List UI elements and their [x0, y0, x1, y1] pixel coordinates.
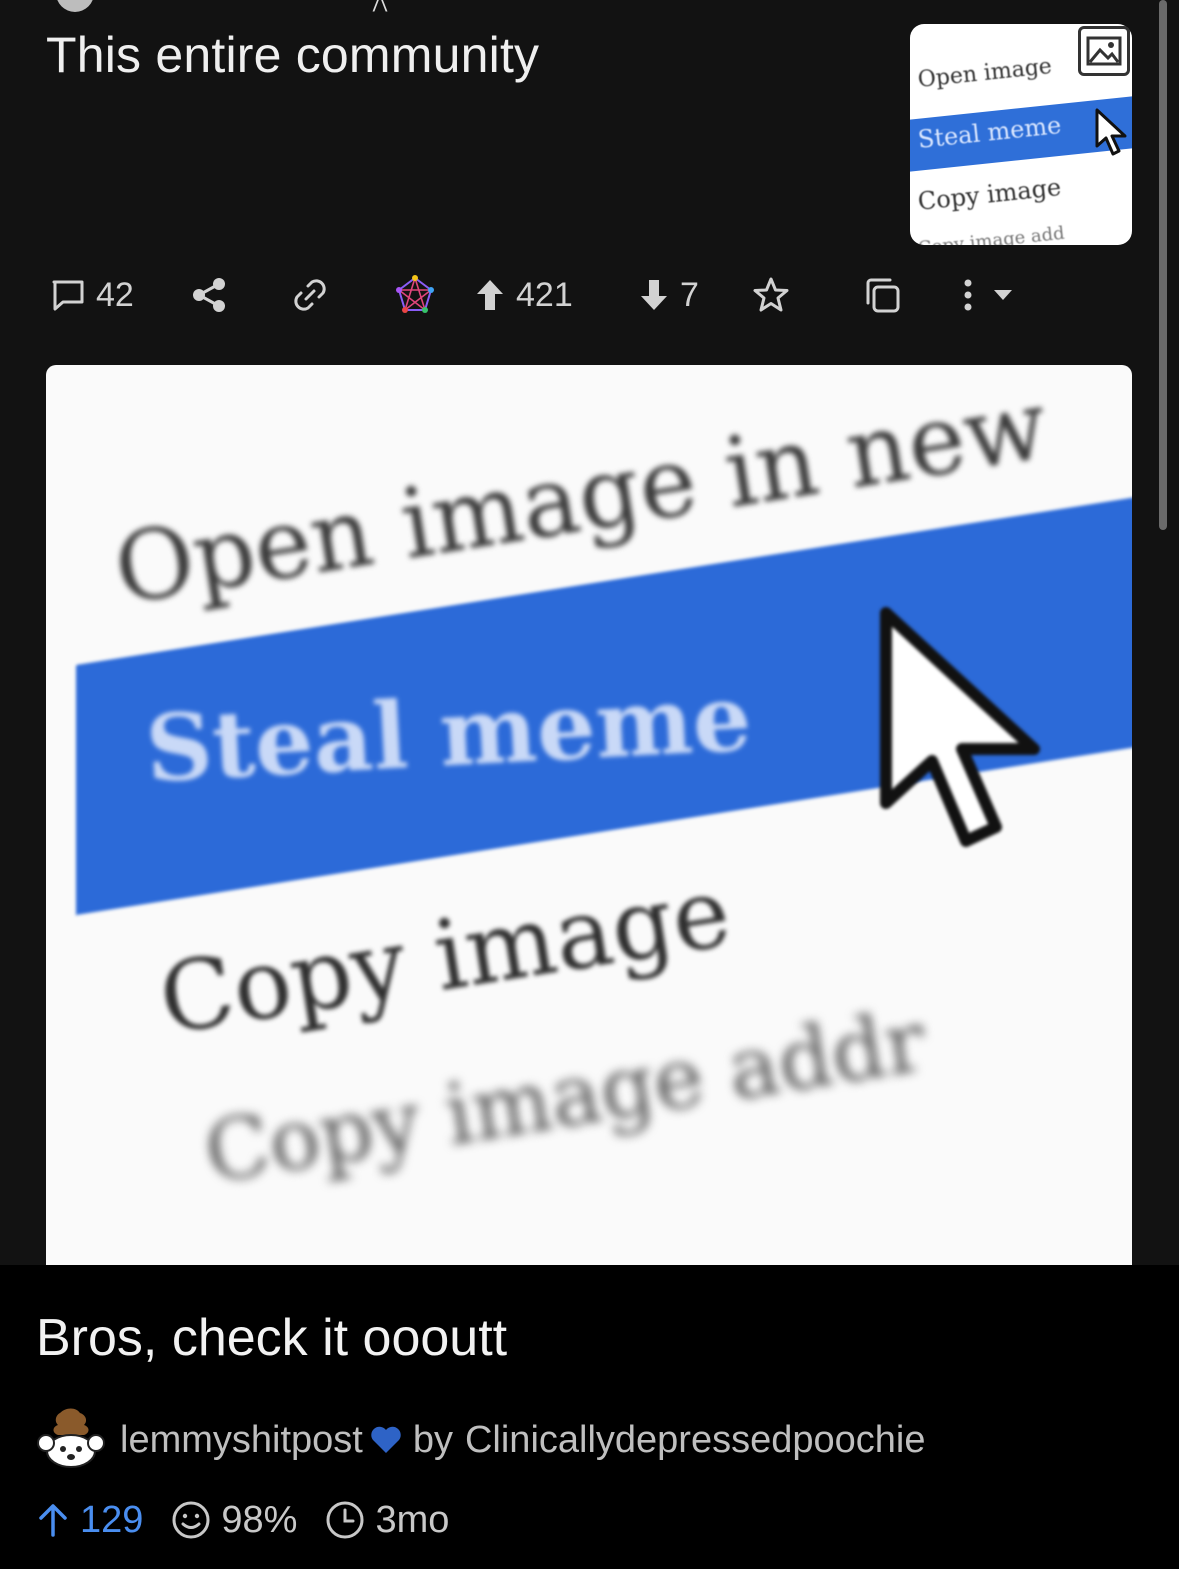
post-stats: 129 98% 3mo [36, 1490, 449, 1550]
save-button[interactable] [752, 265, 790, 325]
previous-post-avatar [56, 0, 94, 12]
post-body: Bros, check it oooutt [36, 1309, 508, 1367]
downvote-count: 7 [680, 275, 699, 314]
upvote-icon [477, 280, 503, 310]
comment-icon [52, 280, 84, 311]
score-value: 129 [80, 1498, 144, 1541]
ratio-stat: 98% [171, 1499, 297, 1542]
downvote-icon [641, 280, 667, 310]
share-icon [193, 278, 225, 312]
more-options-button[interactable] [958, 265, 1014, 325]
age-value: 3mo [375, 1498, 450, 1541]
meme-cursor-icon [880, 607, 1040, 847]
post-meta: lemmyshitpost by Clinicallydepressedpooc… [36, 1405, 925, 1475]
link-icon [294, 279, 326, 311]
ratio-value: 98% [221, 1498, 298, 1541]
smiley-icon [172, 1501, 210, 1539]
fediverse-button[interactable] [395, 265, 435, 325]
post-card: ⋀ This entire community Open image Steal… [0, 0, 1179, 1265]
author-name[interactable]: Clinicallydepressedpoochie [465, 1419, 926, 1462]
by-label: by [412, 1418, 453, 1461]
clock-icon [326, 1501, 364, 1539]
share-button[interactable] [190, 265, 228, 325]
comments-count: 42 [96, 275, 134, 314]
image-icon[interactable] [1078, 26, 1130, 76]
thumbnail-line-copy: Copy image [916, 173, 1063, 216]
thumbnail-cursor-icon [1095, 108, 1127, 156]
community-avatar-icon[interactable] [36, 1405, 106, 1475]
age-stat: 3mo [325, 1499, 449, 1542]
thumbnail-line-open: Open image [916, 54, 1053, 93]
community-name[interactable]: lemmyshitpost [120, 1419, 363, 1462]
previous-post-icon: ⋀ [372, 0, 388, 12]
meme-image[interactable]: Open image in new Steal meme Copy image … [46, 365, 1132, 1265]
comments-button[interactable]: 42 [50, 265, 134, 325]
post-action-bar: 42 421 7 [0, 265, 1179, 325]
heart-icon [369, 1425, 403, 1455]
downvote-button[interactable]: 7 [638, 265, 699, 325]
crosspost-button[interactable] [862, 265, 902, 325]
dropdown-icon[interactable] [992, 288, 1014, 302]
scrollbar[interactable] [1159, 0, 1167, 530]
thumbnail-line-addr: Copy image add [916, 222, 1066, 245]
fediverse-icon [396, 275, 434, 313]
more-icon [964, 279, 972, 311]
score-stat: 129 [36, 1499, 143, 1542]
post-title[interactable]: This entire community [46, 26, 539, 84]
upvote-button[interactable]: 421 [474, 265, 573, 325]
upvote-count: 421 [516, 275, 573, 314]
score-arrow-icon [39, 1504, 67, 1537]
star-icon [753, 277, 789, 312]
copy-icon [866, 278, 900, 313]
link-button[interactable] [288, 265, 332, 325]
